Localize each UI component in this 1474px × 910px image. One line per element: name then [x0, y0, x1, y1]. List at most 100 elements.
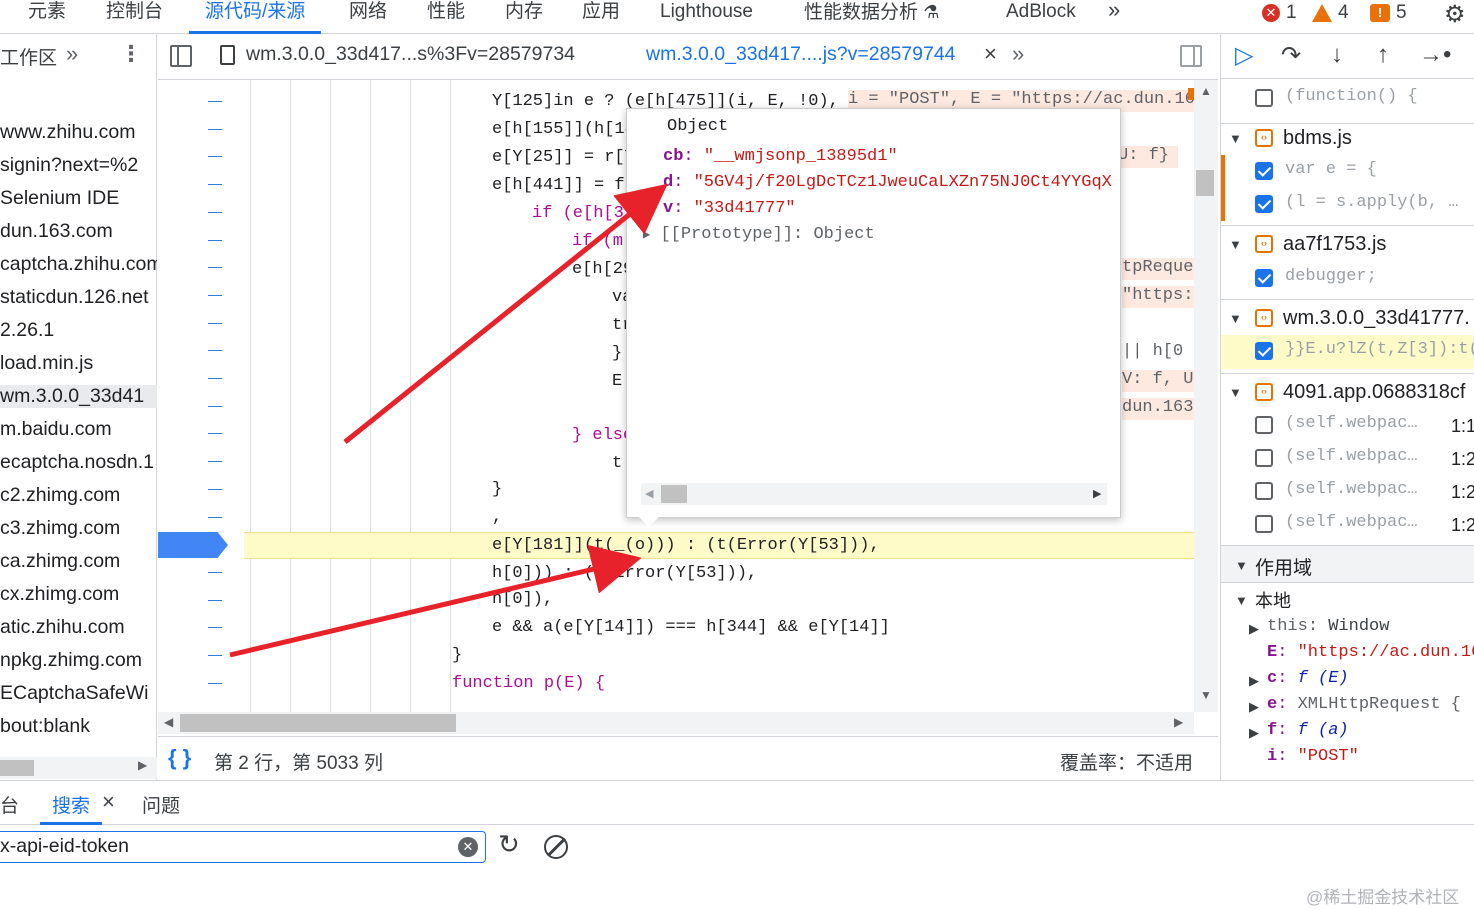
tab-lighthouse[interactable]: Lighthouse	[660, 0, 753, 34]
line-marker[interactable]: —	[208, 286, 222, 302]
line-marker[interactable]: —	[208, 591, 222, 607]
expand-triangle-icon[interactable]: ▼	[1229, 237, 1242, 252]
site-tree-item[interactable]: Selenium IDE	[0, 187, 157, 210]
code-line[interactable]: if (e[h[3	[532, 204, 624, 223]
drawer-tab-console[interactable]: 台	[0, 791, 19, 818]
site-tree-item[interactable]: c2.zhimg.com	[0, 484, 157, 507]
popover-prop-d[interactable]: d: "5GV4j/f20LgDcTCz1JweuCaLXZn75NJ0Ct4Y…	[663, 173, 1113, 192]
scope-var-this[interactable]: this: Window	[1267, 617, 1389, 636]
popover-prototype[interactable]: ▶ [[Prototype]]: Object	[643, 225, 875, 244]
code-line[interactable]: E	[612, 372, 622, 391]
navigator-hscrollbar[interactable]: ▶	[0, 757, 157, 779]
line-marker[interactable]: —	[208, 397, 222, 413]
site-tree-item[interactable]: wm.3.0.0_33d41	[0, 385, 157, 408]
more-tabs-icon[interactable]: »	[1108, 0, 1120, 32]
drawer-tab-issues[interactable]: 问题	[142, 791, 180, 818]
popover-prop-v[interactable]: v: "33d41777"	[663, 199, 796, 218]
refresh-icon[interactable]: ↻	[498, 829, 520, 860]
site-tree-item[interactable]: m.baidu.com	[0, 418, 157, 441]
breakpoint-checkbox[interactable]	[1255, 342, 1273, 360]
pretty-print-icon[interactable]: { }	[168, 745, 191, 771]
close-tab-icon[interactable]: ×	[984, 41, 997, 67]
tab-elements[interactable]: 元素	[28, 0, 66, 34]
code-line[interactable]: t	[612, 454, 622, 473]
issues-counter[interactable]: ! 5	[1370, 2, 1407, 24]
scope-var-E[interactable]: E: "https://ac.dun.16	[1267, 643, 1474, 662]
scope-var-e[interactable]: e: XMLHttpRequest {	[1267, 695, 1461, 714]
tab-memory[interactable]: 内存	[505, 0, 543, 34]
code-line[interactable]: h[0])) : (t(Error(Y[53])),	[492, 564, 757, 583]
toggle-navigator-icon[interactable]	[170, 45, 192, 67]
code-line[interactable]: e[Y[25]] = r[Y	[492, 148, 635, 167]
step-out-icon[interactable]: ↑	[1377, 41, 1389, 69]
site-tree-item[interactable]: ecaptcha.nosdn.1	[0, 451, 157, 474]
scope-section-header[interactable]: ▼ 作用域	[1221, 545, 1474, 583]
close-drawer-tab-icon[interactable]: ×	[102, 789, 115, 815]
line-marker[interactable]: —	[208, 480, 222, 496]
site-tree-item[interactable]: npkg.zhimg.com	[0, 649, 157, 672]
line-marker[interactable]: —	[208, 203, 222, 219]
tab-sources[interactable]: 源代码/来源	[189, 0, 322, 34]
toggle-debugger-icon[interactable]	[1180, 45, 1202, 67]
site-tree-item[interactable]: bout:blank	[0, 715, 157, 738]
line-marker[interactable]: —	[208, 258, 222, 274]
breakpoint-checkbox[interactable]	[1255, 162, 1273, 180]
breakpoint-marker[interactable]	[158, 532, 228, 558]
editor-vscrollbar[interactable]: ▲ ▼	[1188, 80, 1218, 712]
site-tree-item[interactable]: ca.zhimg.com	[0, 550, 157, 573]
expand-triangle-icon[interactable]: ▼	[1229, 311, 1242, 326]
line-marker[interactable]: —	[208, 175, 222, 191]
expand-triangle-icon[interactable]: ▶	[1249, 673, 1259, 689]
resume-icon[interactable]: ▷	[1235, 41, 1253, 70]
code-line[interactable]: ,	[492, 508, 502, 527]
editor-hscrollbar[interactable]: ◀ ▶	[158, 712, 1194, 734]
line-marker[interactable]: —	[208, 341, 222, 357]
breakpoint-checkbox[interactable]	[1255, 482, 1273, 500]
site-tree-item[interactable]: atic.zhihu.com	[0, 616, 157, 639]
editor-tab-2[interactable]: wm.3.0.0_33d417....js?v=28579744	[646, 43, 956, 66]
breakpoint-checkbox[interactable]	[1255, 515, 1273, 533]
step-icon[interactable]: →•	[1419, 41, 1451, 69]
clear-search-icon[interactable]: ✕	[458, 837, 478, 857]
line-marker[interactable]: —	[208, 674, 222, 690]
code-line[interactable]: e[h[155]](h[18	[492, 120, 635, 139]
site-tree-item[interactable]: signin?next=%2	[0, 154, 157, 177]
object-preview-popover[interactable]: Object cb: "__wmjsonp_13895d1" d: "5GV4j…	[626, 108, 1121, 527]
breakpoint-checkbox[interactable]	[1255, 195, 1273, 213]
scope-var-f[interactable]: f: f (a)	[1267, 721, 1349, 740]
breakpoint-checkbox[interactable]	[1255, 416, 1273, 434]
line-marker[interactable]: —	[208, 424, 222, 440]
code-line[interactable]: }	[452, 646, 462, 665]
expand-triangle-icon[interactable]: ▼	[1229, 385, 1242, 400]
site-tree-item[interactable]: staticdun.126.net	[0, 286, 157, 309]
scope-var-c[interactable]: c: f (E)	[1267, 669, 1349, 688]
site-tree-item[interactable]: load.min.js	[0, 352, 157, 375]
code-line[interactable]: if (m	[572, 232, 623, 251]
editor-tab-1[interactable]: wm.3.0.0_33d417...s%3Fv=28579734	[246, 43, 575, 66]
scope-var-i[interactable]: i: "POST"	[1267, 747, 1359, 766]
tab-application[interactable]: 应用	[582, 0, 620, 34]
tab-performance-insights[interactable]: 性能数据分析 ⚗	[804, 0, 939, 34]
code-line[interactable]: function p(E) {	[452, 674, 605, 693]
line-marker[interactable]: —	[208, 147, 222, 163]
workspace-tab[interactable]: 工作区	[0, 43, 57, 70]
code-line[interactable]: e && a(e[Y[14]]) === h[344] && e[Y[14]]	[492, 618, 890, 637]
tab-console[interactable]: 控制台	[106, 0, 163, 34]
popover-prop-cb[interactable]: cb: "__wmjsonp_13895d1"	[663, 147, 898, 166]
line-marker[interactable]: —	[208, 618, 222, 634]
line-marker[interactable]: —	[208, 646, 222, 662]
site-tree-item[interactable]: c3.zhimg.com	[0, 517, 157, 540]
expand-triangle-icon[interactable]: ▶	[1249, 699, 1259, 715]
line-marker[interactable]: —	[208, 314, 222, 330]
site-tree-item[interactable]: ECaptchaSafeWi	[0, 682, 157, 705]
error-counter[interactable]: ✕ 1	[1262, 2, 1297, 24]
drawer-tab-search[interactable]: 搜索	[40, 781, 103, 825]
expand-triangle-icon[interactable]: ▶	[1249, 725, 1259, 741]
kebab-menu-icon[interactable]: ⋮	[120, 41, 142, 67]
line-gutter[interactable]	[158, 80, 244, 712]
step-over-icon[interactable]: ↷	[1281, 41, 1301, 70]
line-marker[interactable]: —	[208, 508, 222, 524]
code-line[interactable]: }	[492, 480, 502, 499]
more-editor-tabs-icon[interactable]: »	[1012, 41, 1024, 67]
tab-network[interactable]: 网络	[349, 0, 387, 34]
